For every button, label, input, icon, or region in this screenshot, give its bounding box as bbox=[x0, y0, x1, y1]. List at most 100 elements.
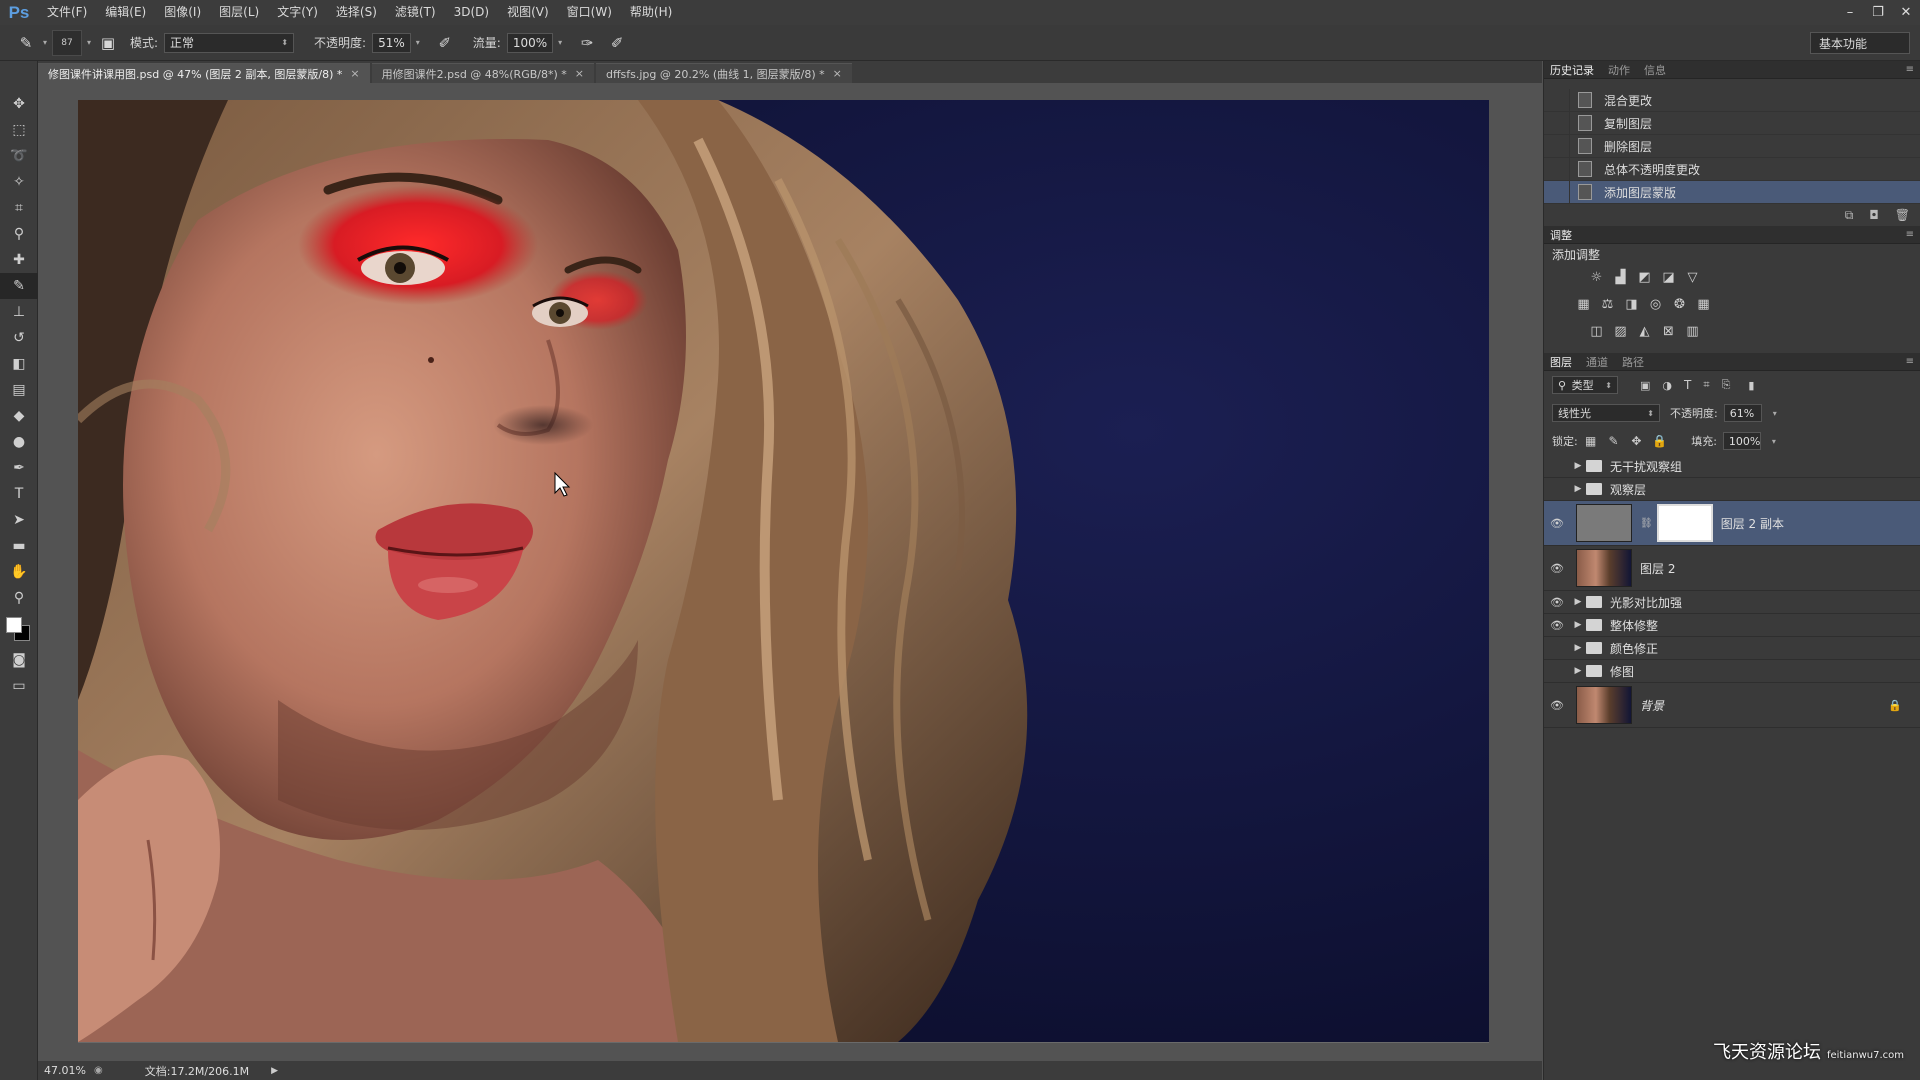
tool-preset-arrow-icon[interactable]: ▾ bbox=[38, 33, 52, 53]
brush-panel-icon[interactable]: ▣ bbox=[96, 31, 120, 55]
layer-thumbnail[interactable] bbox=[1576, 504, 1632, 542]
layer-opacity-input[interactable]: 61% bbox=[1723, 404, 1762, 422]
layer-mask-thumbnail[interactable] bbox=[1656, 504, 1713, 542]
history-source-checkbox[interactable] bbox=[1544, 88, 1570, 112]
panel-menu-icon[interactable]: ≡ bbox=[1906, 229, 1914, 240]
airbrush-icon[interactable]: ✑ bbox=[575, 31, 599, 55]
menu-type[interactable]: 文字(Y) bbox=[268, 0, 327, 25]
menu-select[interactable]: 选择(S) bbox=[327, 0, 386, 25]
layer-thumbnail[interactable] bbox=[1576, 549, 1632, 587]
history-item-selected[interactable]: 添加图层蒙版 bbox=[1544, 180, 1920, 204]
lock-transparency-icon[interactable]: ▦ bbox=[1584, 434, 1598, 448]
eyedropper-tool-icon[interactable]: ⚲ bbox=[0, 221, 38, 247]
menu-image[interactable]: 图像(I) bbox=[155, 0, 210, 25]
lock-all-icon[interactable]: 🔒 bbox=[1652, 434, 1667, 448]
foreground-color-swatch[interactable] bbox=[6, 617, 22, 633]
brightness-icon[interactable]: ☼ bbox=[1589, 270, 1604, 285]
new-document-from-state-icon[interactable]: ⧉ bbox=[1845, 208, 1854, 223]
lasso-tool-icon[interactable]: ➰ bbox=[0, 143, 38, 169]
expand-triangle-icon[interactable]: ▶ bbox=[1570, 484, 1586, 494]
layer-item-background[interactable]: 👁 背景 🔒 bbox=[1544, 683, 1920, 728]
color-swatches[interactable] bbox=[0, 611, 38, 647]
filter-type-icon[interactable]: T bbox=[1684, 378, 1691, 392]
expand-triangle-icon[interactable]: ▶ bbox=[1570, 461, 1586, 471]
gradient-map-icon[interactable]: ▥ bbox=[1685, 324, 1700, 339]
layer-group-item[interactable]: ▶ 修图 bbox=[1544, 660, 1920, 683]
layer-thumbnail[interactable] bbox=[1576, 686, 1632, 724]
document-canvas[interactable] bbox=[78, 100, 1489, 1042]
fill-arrow-icon[interactable]: ▾ bbox=[1767, 432, 1781, 450]
clone-stamp-tool-icon[interactable]: ⊥ bbox=[0, 299, 38, 325]
eye-icon[interactable]: 👁 bbox=[1544, 517, 1570, 530]
crop-tool-icon[interactable]: ⌗ bbox=[0, 195, 38, 221]
path-select-tool-icon[interactable]: ➤ bbox=[0, 507, 38, 533]
expand-triangle-icon[interactable]: ▶ bbox=[1570, 643, 1586, 653]
filter-adjustment-icon[interactable]: ◑ bbox=[1662, 379, 1672, 392]
menu-help[interactable]: 帮助(H) bbox=[621, 0, 681, 25]
healing-brush-tool-icon[interactable]: ✚ bbox=[0, 247, 38, 273]
restore-button[interactable]: ❐ bbox=[1864, 0, 1892, 25]
history-item[interactable]: 总体不透明度更改 bbox=[1544, 157, 1920, 181]
type-tool-icon[interactable]: T bbox=[0, 481, 38, 507]
layer-group-item[interactable]: 👁 ▶ 光影对比加强 bbox=[1544, 591, 1920, 614]
menu-file[interactable]: 文件(F) bbox=[38, 0, 96, 25]
layer-filter-select[interactable]: ⚲ 类型 ⬍ bbox=[1552, 376, 1618, 394]
menu-edit[interactable]: 编辑(E) bbox=[96, 0, 155, 25]
layer-group-item[interactable]: ▶ 观察层 bbox=[1544, 478, 1920, 501]
screen-mode-icon[interactable]: ▭ bbox=[0, 673, 38, 699]
posterize-icon[interactable]: ▨ bbox=[1613, 324, 1628, 339]
expand-triangle-icon[interactable]: ▶ bbox=[1570, 597, 1586, 607]
pen-tool-icon[interactable]: ✒ bbox=[0, 455, 38, 481]
eraser-tool-icon[interactable]: ◧ bbox=[0, 351, 38, 377]
history-source-checkbox[interactable] bbox=[1544, 111, 1570, 135]
levels-icon[interactable]: ▟ bbox=[1613, 270, 1628, 285]
close-button[interactable]: ✕ bbox=[1892, 0, 1920, 25]
brush-tool-icon[interactable]: ✎ bbox=[14, 31, 38, 55]
close-tab-icon[interactable]: × bbox=[575, 67, 584, 80]
layer-group-item[interactable]: ▶ 颜色修正 bbox=[1544, 637, 1920, 660]
expand-triangle-icon[interactable]: ▶ bbox=[1570, 620, 1586, 630]
doc-tab-1[interactable]: 修图课件讲课用图.psd @ 47% (图层 2 副本, 图层蒙版/8) * × bbox=[38, 63, 370, 83]
fill-input[interactable]: 100% bbox=[1722, 432, 1761, 450]
tab-paths[interactable]: 路径 bbox=[1622, 354, 1644, 370]
photo-filter-icon[interactable]: ◎ bbox=[1648, 297, 1663, 312]
layer-group-item[interactable]: 👁 ▶ 整体修整 bbox=[1544, 614, 1920, 637]
layer-item-selected[interactable]: 👁 ⛓ 图层 2 副本 bbox=[1544, 501, 1920, 546]
history-source-checkbox[interactable] bbox=[1544, 157, 1570, 181]
filter-shape-icon[interactable]: ⌗ bbox=[1703, 378, 1709, 392]
hue-saturation-icon[interactable]: ▦ bbox=[1576, 297, 1591, 312]
opacity-arrow-icon[interactable]: ▾ bbox=[411, 33, 425, 53]
tab-history[interactable]: 历史记录 bbox=[1550, 62, 1594, 78]
blur-tool-icon[interactable]: ◆ bbox=[0, 403, 38, 429]
flow-arrow-icon[interactable]: ▾ bbox=[553, 33, 567, 53]
quick-select-tool-icon[interactable]: ✧ bbox=[0, 169, 38, 195]
brush-preset-picker[interactable]: 87 bbox=[52, 29, 82, 56]
selective-color-icon[interactable]: ⊠ bbox=[1661, 324, 1676, 339]
eye-icon[interactable]: 👁 bbox=[1544, 699, 1570, 712]
doc-tab-2[interactable]: 用修图课件2.psd @ 48%(RGB/8*) * × bbox=[371, 63, 594, 83]
hand-tool-icon[interactable]: ✋ bbox=[0, 559, 38, 585]
filter-toggle-icon[interactable]: ▮ bbox=[1748, 379, 1754, 392]
channel-mixer-icon[interactable]: ❂ bbox=[1672, 297, 1687, 312]
filter-pixel-icon[interactable]: ▣ bbox=[1640, 379, 1650, 392]
menu-3d[interactable]: 3D(D) bbox=[445, 0, 498, 25]
brush-tool-icon[interactable]: ✎ bbox=[0, 273, 38, 299]
layer-item[interactable]: 👁 图层 2 bbox=[1544, 546, 1920, 591]
rectangle-tool-icon[interactable]: ▬ bbox=[0, 533, 38, 559]
zoom-level[interactable]: 47.01% bbox=[38, 1064, 88, 1077]
menu-view[interactable]: 视图(V) bbox=[498, 0, 558, 25]
history-item[interactable]: 删除图层 bbox=[1544, 134, 1920, 158]
doc-tab-3[interactable]: dffsfs.jpg @ 20.2% (曲线 1, 图层蒙版/8) * × bbox=[595, 63, 852, 83]
snapshot-camera-icon[interactable]: ◘ bbox=[1869, 208, 1879, 222]
brush-preset-arrow-icon[interactable]: ▾ bbox=[82, 33, 96, 53]
close-tab-icon[interactable]: × bbox=[833, 67, 842, 80]
workspace-select[interactable]: 基本功能 bbox=[1810, 32, 1910, 54]
exposure-icon[interactable]: ◪ bbox=[1661, 270, 1676, 285]
flow-input[interactable]: 100% bbox=[506, 32, 554, 53]
menu-window[interactable]: 窗口(W) bbox=[558, 0, 621, 25]
menu-filter[interactable]: 滤镜(T) bbox=[386, 0, 445, 25]
eye-icon[interactable]: 👁 bbox=[1544, 619, 1570, 632]
link-chain-icon[interactable]: ⛓ bbox=[1640, 518, 1653, 529]
panel-menu-icon[interactable]: ≡ bbox=[1906, 64, 1914, 75]
color-balance-icon[interactable]: ⚖ bbox=[1600, 297, 1615, 312]
